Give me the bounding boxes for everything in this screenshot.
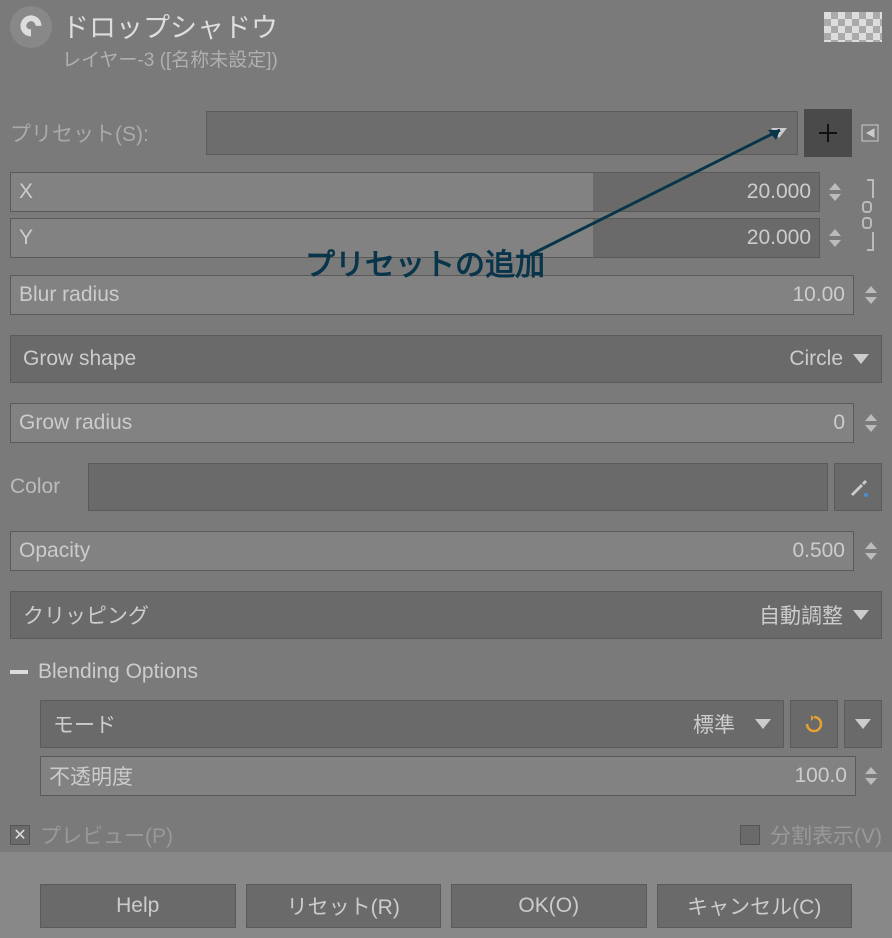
x-value: 20.000 <box>747 180 819 204</box>
grow-radius-label: Grow radius <box>11 411 132 435</box>
transparency-preview <box>824 12 882 42</box>
blending-section-title: Blending Options <box>38 660 198 684</box>
grow-radius-slider[interactable]: Grow radius 0 <box>10 403 854 443</box>
blur-radius-value: 10.00 <box>792 283 853 307</box>
clipping-value: 自動調整 <box>759 600 843 630</box>
dialog-title: ドロップシャドウ <box>62 6 824 45</box>
color-swatch[interactable] <box>88 463 828 511</box>
chevron-down-icon <box>755 719 771 729</box>
mode-menu-button[interactable] <box>844 700 882 748</box>
grow-shape-label: Grow shape <box>23 347 136 371</box>
blur-radius-label: Blur radius <box>11 283 119 307</box>
opacity-value: 0.500 <box>792 539 853 563</box>
chevron-down-icon <box>855 719 871 729</box>
x-spinner[interactable] <box>824 172 846 212</box>
grow-radius-value: 0 <box>833 411 853 435</box>
x-slider[interactable]: X 20.000 <box>10 172 820 212</box>
color-label: Color <box>10 475 82 499</box>
reset-mode-button[interactable] <box>790 700 838 748</box>
app-icon <box>10 6 52 48</box>
clipping-label: クリッピング <box>23 600 149 630</box>
chevron-down-icon <box>853 610 869 620</box>
cancel-button[interactable]: キャンセル(C) <box>657 884 853 928</box>
preset-select[interactable] <box>206 111 798 155</box>
ok-button[interactable]: OK(O) <box>451 884 647 928</box>
blend-opacity-value: 100.0 <box>794 764 855 788</box>
blend-opacity-slider[interactable]: 不透明度 100.0 <box>40 756 856 796</box>
opacity-slider[interactable]: Opacity 0.500 <box>10 531 854 571</box>
clipping-select[interactable]: クリッピング 自動調整 <box>10 591 882 639</box>
preview-checkbox[interactable]: ✕ <box>10 825 30 845</box>
x-label: X <box>11 180 33 204</box>
expander-icon[interactable] <box>10 670 28 674</box>
chevron-down-icon <box>771 128 787 138</box>
split-view-checkbox[interactable] <box>740 825 760 845</box>
opacity-label: Opacity <box>11 539 90 563</box>
chevron-down-icon <box>853 354 869 364</box>
link-xy-button[interactable] <box>852 172 882 252</box>
grow-shape-value: Circle <box>789 347 843 371</box>
blend-mode-select[interactable]: モード 標準 <box>40 700 784 748</box>
add-preset-button[interactable] <box>804 109 852 157</box>
dialog-subtitle: レイヤー-3 ([名称未設定]) <box>62 45 824 72</box>
split-view-label: 分割表示(V) <box>770 820 882 850</box>
preset-label: プリセット(S): <box>10 118 200 148</box>
reset-button[interactable]: リセット(R) <box>246 884 442 928</box>
checkmark-icon: ✕ <box>13 825 26 845</box>
opacity-spinner[interactable] <box>860 531 882 571</box>
grow-shape-select[interactable]: Grow shape Circle <box>10 335 882 383</box>
blend-mode-value: 標準 <box>693 709 735 739</box>
blend-opacity-label: 不透明度 <box>41 761 133 791</box>
blur-radius-spinner[interactable] <box>860 275 882 315</box>
grow-radius-spinner[interactable] <box>860 403 882 443</box>
blend-mode-label: モード <box>53 709 116 739</box>
y-label: Y <box>11 226 33 250</box>
preset-menu-button[interactable] <box>858 121 882 145</box>
help-button[interactable]: Help <box>40 884 236 928</box>
y-value: 20.000 <box>747 226 819 250</box>
eyedropper-button[interactable] <box>834 463 882 511</box>
blend-opacity-spinner[interactable] <box>860 756 882 796</box>
annotation-text: プリセットの追加 <box>305 240 545 284</box>
preview-label: プレビュー(P) <box>40 820 173 850</box>
y-spinner[interactable] <box>824 218 846 258</box>
